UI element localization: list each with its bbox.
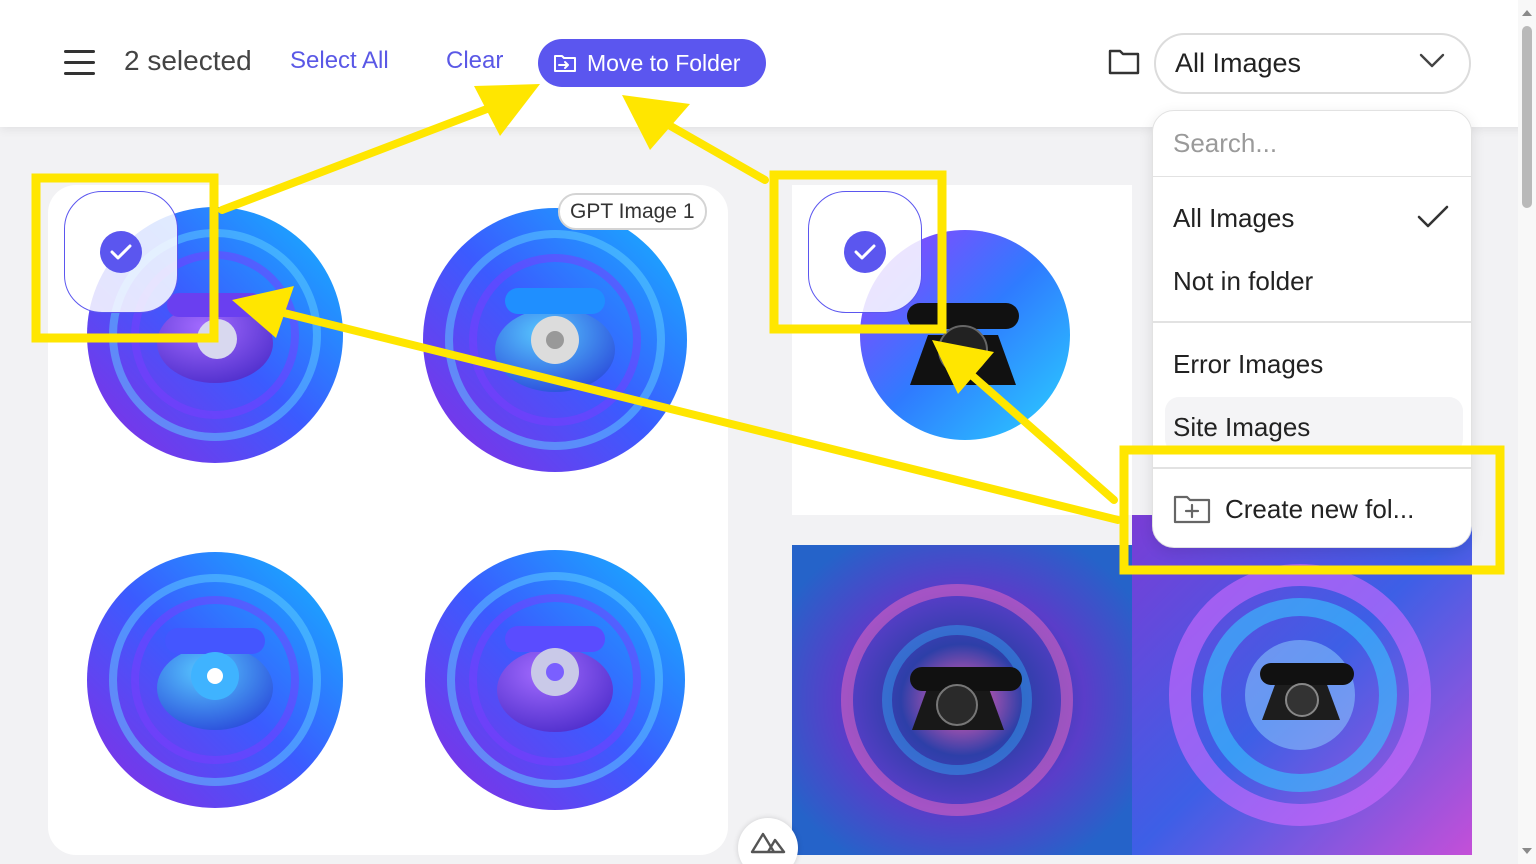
folder-move-icon bbox=[554, 55, 576, 72]
menu-item-all-images[interactable]: All Images bbox=[1173, 203, 1294, 234]
hamburger-icon[interactable] bbox=[64, 50, 96, 76]
folder-filter-select[interactable]: All Images bbox=[1154, 33, 1471, 94]
scroll-down-icon[interactable] bbox=[1521, 846, 1533, 856]
clear-button[interactable]: Clear bbox=[446, 47, 503, 75]
model-badge: GPT Image 1 bbox=[558, 193, 707, 230]
menu-divider bbox=[1153, 467, 1471, 469]
chevron-down-icon bbox=[1419, 53, 1445, 68]
swirl-image-dark bbox=[792, 545, 1132, 855]
move-to-folder-button[interactable]: Move to Folder bbox=[538, 39, 766, 87]
folder-icon[interactable] bbox=[1108, 48, 1140, 76]
folder-plus-icon bbox=[1173, 495, 1211, 524]
move-to-folder-label: Move to Folder bbox=[587, 49, 741, 76]
check-icon bbox=[854, 244, 876, 260]
selected-count: 2 selected bbox=[124, 45, 252, 76]
menu-divider bbox=[1153, 321, 1471, 323]
select-all-button[interactable]: Select All bbox=[290, 47, 389, 75]
toolbar-header: 2 selected Select All Clear Move to Fold… bbox=[0, 0, 1536, 127]
folder-search-input[interactable] bbox=[1153, 111, 1471, 177]
scroll-up-icon[interactable] bbox=[1521, 8, 1533, 18]
scrollbar-thumb[interactable] bbox=[1522, 26, 1532, 208]
nuxt-logo-icon bbox=[750, 832, 786, 854]
folder-filter-value: All Images bbox=[1175, 48, 1302, 78]
menu-item-error-images[interactable]: Error Images bbox=[1173, 349, 1323, 380]
menu-item-not-in-folder[interactable]: Not in folder bbox=[1173, 266, 1313, 297]
check-icon bbox=[1417, 205, 1449, 228]
select-checkbox-1[interactable] bbox=[64, 191, 178, 313]
create-new-folder-label: Create new fol... bbox=[1225, 493, 1415, 524]
swirl-image-tunnel bbox=[1132, 515, 1472, 855]
create-new-folder-button[interactable]: Create new fol... bbox=[1173, 493, 1414, 525]
menu-item-site-images[interactable]: Site Images bbox=[1173, 412, 1310, 443]
select-checkbox-2[interactable] bbox=[808, 191, 922, 313]
folder-menu: All Images Not in folder Error Images Si… bbox=[1152, 110, 1472, 548]
check-icon bbox=[110, 244, 132, 260]
